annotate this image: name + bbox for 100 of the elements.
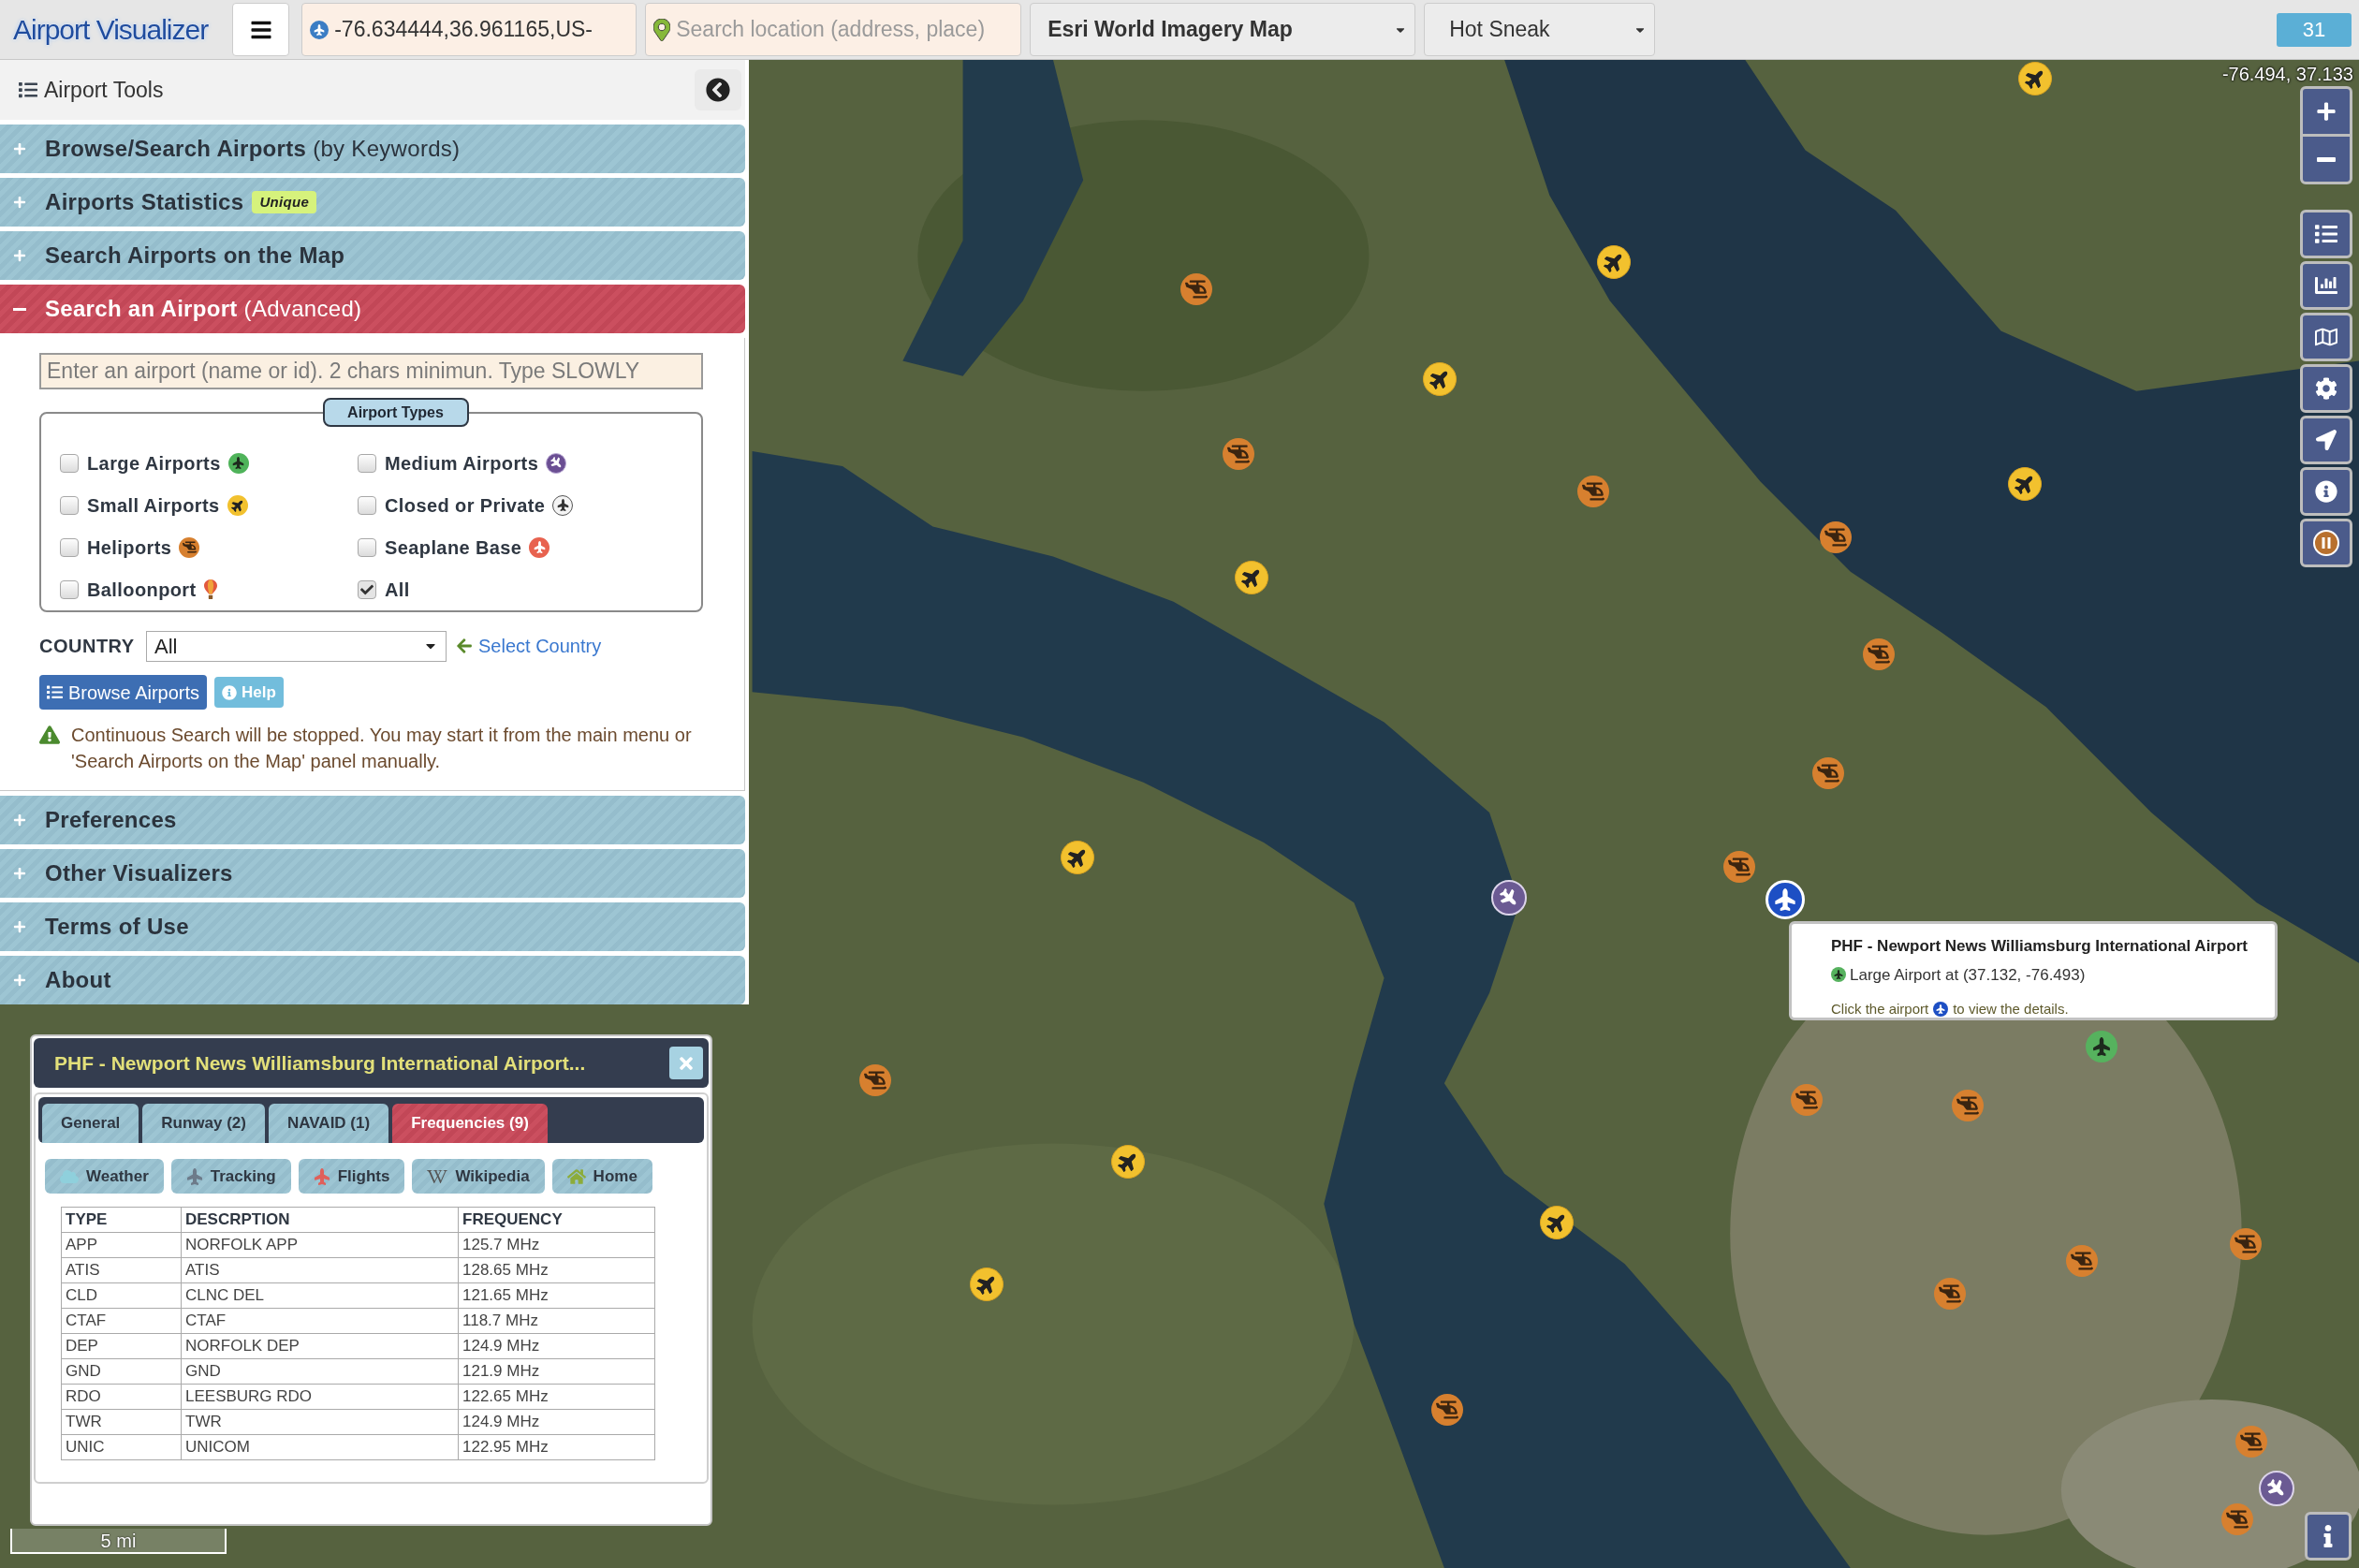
- table-cell: UNICOM: [181, 1434, 459, 1460]
- table-cell: LEESBURG RDO: [181, 1384, 459, 1410]
- airplane-icon: [313, 1167, 330, 1185]
- plus-icon: [13, 920, 26, 933]
- tab[interactable]: NAVAID (1): [269, 1104, 389, 1143]
- info-button[interactable]: [2305, 1512, 2352, 1561]
- airport-search-field[interactable]: Enter an airport (name or id). 2 chars minimun. Type SLOWLY: [39, 353, 703, 389]
- tooltip-hint: Click the airport: [1831, 1000, 1929, 1018]
- accordion-header[interactable]: Preferences: [0, 796, 745, 844]
- plus-icon: [13, 974, 26, 987]
- table-cell: 121.9 MHz: [458, 1358, 655, 1385]
- table-cell: NORFOLK APP: [181, 1232, 459, 1258]
- map-icon: [2315, 326, 2337, 348]
- arrow-left-icon: [456, 637, 473, 654]
- link-button[interactable]: Wikipedia: [412, 1159, 545, 1194]
- tab[interactable]: Runway (2): [142, 1104, 265, 1143]
- map-pin-icon: [653, 18, 671, 41]
- checkbox[interactable]: [60, 453, 79, 473]
- accordion-header[interactable]: Airports Statistics Unique: [0, 178, 745, 227]
- airplane-icon: [310, 20, 330, 39]
- table-cell: CTAF: [61, 1308, 182, 1334]
- list-button[interactable]: [2300, 210, 2352, 258]
- checkbox-label[interactable]: Closed or Private: [385, 491, 546, 520]
- checkbox[interactable]: [358, 495, 376, 515]
- zoom-in-icon: [2316, 101, 2337, 122]
- accordion-header[interactable]: About: [0, 956, 745, 1004]
- chart-button[interactable]: [2300, 261, 2352, 310]
- table-cell: UNIC: [61, 1434, 182, 1460]
- link-button[interactable]: Tracking: [170, 1159, 291, 1194]
- zoom-out-button[interactable]: [2303, 137, 2350, 182]
- checkbox[interactable]: [60, 579, 79, 599]
- collapse-button[interactable]: [695, 69, 741, 110]
- tab[interactable]: General: [42, 1104, 139, 1143]
- table-cell: ATIS: [181, 1257, 459, 1283]
- warning-message: Continuous Search will be stopped. You may start it from the main menu or 'Search Airports on the Map' panel manually.: [71, 724, 693, 773]
- zoom-in-button[interactable]: [2303, 89, 2350, 134]
- table-cell: CLD: [61, 1282, 182, 1309]
- house-icon: [566, 1167, 586, 1185]
- accordion-header[interactable]: Other Visualizers: [0, 849, 745, 898]
- coordinates-field[interactable]: -76.634444,36.961165,US-: [301, 3, 637, 56]
- checkbox[interactable]: [60, 495, 79, 515]
- checkbox-label[interactable]: Balloonport: [87, 575, 197, 604]
- country-select[interactable]: All: [146, 630, 447, 662]
- tab[interactable]: Frequencies (9): [392, 1104, 548, 1143]
- list-icon: [19, 81, 37, 99]
- helicopter-icon: [179, 536, 200, 558]
- link-button[interactable]: Home: [551, 1159, 652, 1194]
- checkbox-label[interactable]: Medium Airports: [385, 448, 539, 477]
- plus-icon: [13, 142, 26, 155]
- pause-icon: [2313, 530, 2339, 556]
- checkbox[interactable]: [60, 537, 79, 557]
- pause-button[interactable]: [2300, 519, 2352, 567]
- app-logo[interactable]: Airport Visualizer: [13, 15, 209, 44]
- plus-icon: [13, 867, 26, 880]
- info-button[interactable]: [2300, 467, 2352, 516]
- airplane-icon: [1831, 967, 1846, 983]
- link-button[interactable]: Weather: [45, 1159, 164, 1194]
- table-cell: 122.95 MHz: [458, 1434, 655, 1460]
- locate-button[interactable]: [2300, 416, 2352, 464]
- menu-button[interactable]: [232, 3, 290, 56]
- table-cell: 124.9 MHz: [458, 1409, 655, 1435]
- popup-title: PHF - Newport News Williamsburg International Airport...: [54, 1050, 586, 1076]
- table-cell: CLNC DEL: [181, 1282, 459, 1309]
- table-cell: TWR: [181, 1409, 459, 1435]
- group-legend: Airport Types: [322, 398, 469, 427]
- checkbox-label[interactable]: All: [385, 575, 410, 604]
- wikipedia-icon: [427, 1167, 448, 1185]
- checkbox[interactable]: [358, 579, 376, 599]
- table-cell: RDO: [61, 1384, 182, 1410]
- country-label: COUNTRY: [39, 635, 136, 658]
- link-button[interactable]: Flights: [298, 1159, 405, 1194]
- minus-icon: [13, 307, 26, 311]
- list-icon: [47, 684, 63, 700]
- settings-button[interactable]: [2300, 364, 2352, 413]
- airplane-icon: [546, 452, 567, 474]
- checkbox[interactable]: [358, 537, 376, 557]
- table-cell: 118.7 MHz: [458, 1308, 655, 1334]
- tooltip-detail: Large Airport at (37.132, -76.493): [1850, 964, 2086, 986]
- browse-airports-button[interactable]: Browse Airports: [39, 675, 208, 710]
- table-cell: GND: [181, 1358, 459, 1385]
- checkbox-label[interactable]: Seaplane Base: [385, 533, 522, 562]
- table-cell: 125.7 MHz: [458, 1232, 655, 1258]
- accordion-header[interactable]: Search an Airport (Advanced): [0, 285, 745, 333]
- table-cell: APP: [61, 1232, 182, 1258]
- checkbox-label[interactable]: Heliports: [87, 533, 172, 562]
- checkbox-label[interactable]: Large Airports: [87, 448, 221, 477]
- airplane-icon: [185, 1167, 203, 1185]
- accordion-header[interactable]: Terms of Use: [0, 902, 745, 951]
- select-country-link[interactable]: Select Country: [478, 632, 602, 660]
- theme-select[interactable]: Hot Sneak: [1424, 3, 1656, 56]
- map-button[interactable]: [2300, 313, 2352, 361]
- checkbox[interactable]: [358, 453, 376, 473]
- accordion-header[interactable]: Browse/Search Airports (by Keywords): [0, 125, 745, 173]
- basemap-select[interactable]: Esri World Imagery Map: [1030, 3, 1416, 56]
- column-header: DESCRPTION: [181, 1207, 459, 1233]
- table-cell: ATIS: [61, 1257, 182, 1283]
- column-header: FREQUENCY: [458, 1207, 655, 1233]
- accordion-header[interactable]: Search Airports on the Map: [0, 231, 745, 280]
- zoom-out-icon: [2317, 156, 2336, 162]
- checkbox-label[interactable]: Small Airports: [87, 491, 220, 520]
